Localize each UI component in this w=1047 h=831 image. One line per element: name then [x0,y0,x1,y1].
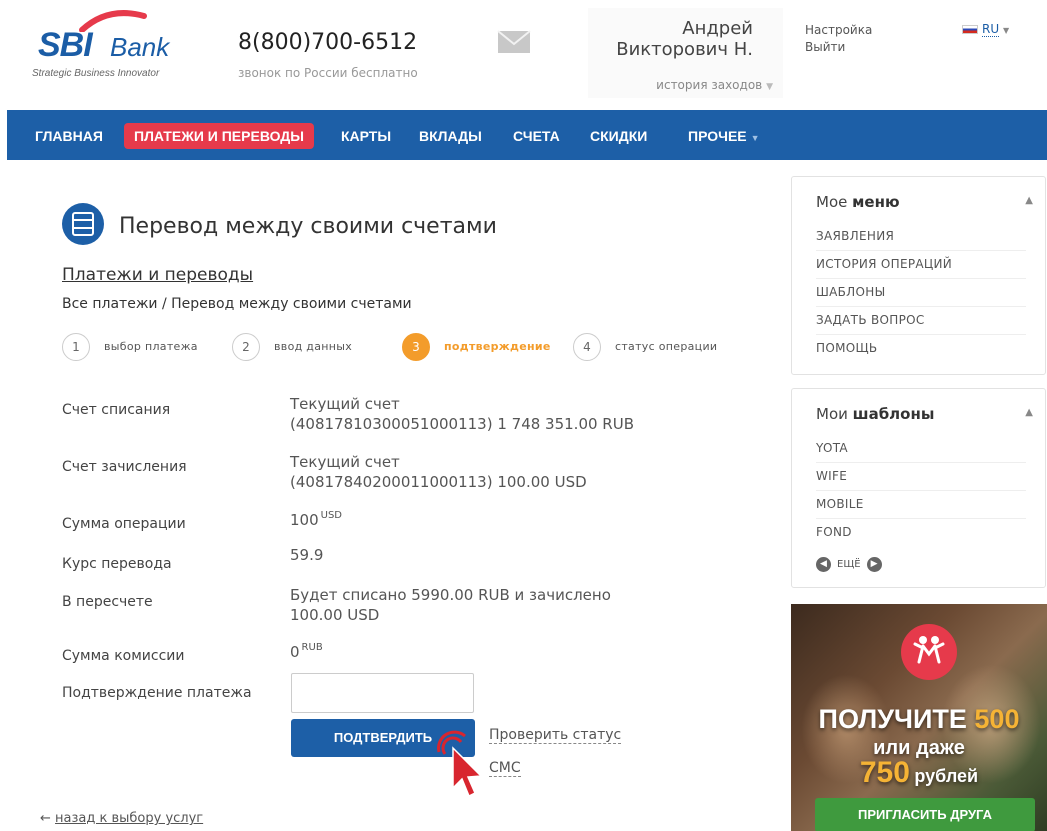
exchange-rate-label: Курс перевода [62,556,172,572]
credit-account-label: Счет зачисления [62,459,187,475]
settings-link[interactable]: Настройка [805,22,872,39]
referral-promo-banner[interactable]: ПОЛУЧИТЕ 500 или даже 750 рублей ПРИГЛАС… [791,604,1047,831]
user-panel: Андрей Викторович Н. история заходов ▼ [588,8,783,98]
sidebar-item-help[interactable]: ПОМОЩЬ [816,341,1026,362]
promo-bonus: 750 рублей [791,756,1047,790]
hotline-phone: 8(800)700-6512 [238,30,418,55]
arrow-left-icon: ← [40,811,56,826]
my-templates-title-bold: шаблоны [852,405,935,423]
template-item[interactable]: YOTA [816,441,1026,463]
commission-label: Сумма комиссии [62,648,185,664]
account-links: Настройка Выйти [805,22,872,56]
debit-account-value: Текущий счет (40817810300051000113) 1 74… [290,395,634,433]
amount-currency: USD [320,510,343,521]
login-history-label: история заходов [656,78,763,92]
user-name[interactable]: Андрей Викторович Н. [616,18,753,60]
promo-headline-amount: 500 [974,704,1020,734]
my-menu-title-bold: меню [852,193,900,211]
chevron-right-icon[interactable]: ▶ [866,557,882,572]
nav-more[interactable]: ПРОЧЕЕ ▼ [688,123,760,149]
language-selector[interactable]: RU ▼ [962,22,1010,37]
envelope-icon[interactable] [497,30,531,54]
templates-more-label[interactable]: ЕЩЁ [837,559,861,570]
my-templates-title: Мои шаблоны [816,405,934,423]
commission-currency: RUB [301,642,323,653]
converted-label: В пересчете [62,594,153,610]
breadcrumb-payments-link[interactable]: Платежи и переводы [62,265,253,285]
login-history-link[interactable]: история заходов ▼ [656,78,773,92]
my-menu-title: Мое меню [816,193,900,211]
promo-headline: ПОЛУЧИТЕ 500 [791,704,1047,735]
commission-value: 0 RUB [290,642,323,662]
sidebar-item-templates[interactable]: ШАБЛОНЫ [816,285,1026,307]
page-title: Перевод между своими счетами [119,214,497,239]
step-4-number: 4 [573,333,601,361]
transfer-icon [62,203,104,245]
promo-bonus-unit: рублей [914,766,979,786]
bank-logo[interactable]: SBI Bank Strategic Business Innovator [30,10,190,80]
russia-flag-icon [962,25,978,34]
exchange-rate-value: 59.9 [290,546,324,564]
collapse-icon[interactable]: ▲ [1025,195,1033,206]
logo-wordmark: SBI [38,26,93,64]
friends-icon [901,624,957,680]
nav-payments[interactable]: ПЛАТЕЖИ И ПЕРЕВОДЫ [124,123,314,149]
templates-pager: ◀ ЕЩЁ ▶ [816,557,882,572]
my-templates-panel: Мои шаблоны ▲ YOTA WIFE MOBILE FOND ◀ ЕЩЁ… [791,388,1046,588]
pointer-cursor-icon [437,730,483,798]
nav-discounts[interactable]: СКИДКИ [590,123,647,149]
step-1-number: 1 [62,333,90,361]
nav-more-label: ПРОЧЕЕ [688,128,747,144]
breadcrumb: Все платежи / Перевод между своими счета… [62,296,412,312]
sidebar-item-ask-question[interactable]: ЗАДАТЬ ВОПРОС [816,313,1026,335]
template-item[interactable]: MOBILE [816,497,1026,519]
chevron-down-icon: ▼ [766,82,773,92]
commission-number: 0 [290,643,300,661]
confirmation-code-label: Подтверждение платежа [62,685,252,701]
chevron-left-icon[interactable]: ◀ [816,557,831,572]
my-menu-title-prefix: Мое [816,193,848,211]
step-3-number: 3 [402,333,430,361]
sidebar-item-operations-history[interactable]: ИСТОРИЯ ОПЕРАЦИЙ [816,257,1026,279]
language-code: RU [982,22,1000,37]
my-menu-panel: Мое меню ▲ ЗАЯВЛЕНИЯ ИСТОРИЯ ОПЕРАЦИЙ ША… [791,176,1046,375]
amount-label: Сумма операции [62,516,186,532]
logout-link[interactable]: Выйти [805,39,872,56]
template-item[interactable]: WIFE [816,469,1026,491]
nav-accounts[interactable]: СЧЕТА [513,123,560,149]
step-3-label: подтверждение [444,340,551,353]
confirmation-code-input[interactable] [291,673,474,713]
credit-account-value: Текущий счет (40817840200011000113) 100.… [290,453,587,491]
chevron-down-icon: ▼ [1002,26,1010,35]
step-1-label: выбор платежа [104,340,198,353]
my-templates-title-prefix: Мои [816,405,848,423]
step-2-number: 2 [232,333,260,361]
check-status-link[interactable]: Проверить статус [489,727,622,744]
main-navigation: ГЛАВНАЯ ПЛАТЕЖИ И ПЕРЕВОДЫ КАРТЫ ВКЛАДЫ … [7,110,1047,160]
collapse-icon[interactable]: ▲ [1025,407,1033,418]
logo-bank-word: Bank [110,32,170,62]
back-to-services-link[interactable]: ← назад к выбору услуг [40,811,203,826]
chevron-down-icon: ▼ [750,133,760,143]
back-link-label: назад к выбору услуг [55,811,204,826]
step-2-label: ввод данных [274,340,353,353]
nav-cards[interactable]: КАРТЫ [341,123,391,149]
hotline-note: звонок по России бесплатно [238,66,418,80]
nav-home[interactable]: ГЛАВНАЯ [35,123,103,149]
promo-bonus-amount: 750 [859,756,910,789]
invite-friend-button[interactable]: ПРИГЛАСИТЬ ДРУГА [815,798,1035,831]
converted-value: Будет списано 5990.00 RUB и зачислено 10… [290,586,611,624]
logo-tagline: Strategic Business Innovator [32,68,160,79]
debit-account-label: Счет списания [62,402,171,418]
step-4-label: статус операции [615,340,718,353]
nav-deposits[interactable]: ВКЛАДЫ [419,123,482,149]
promo-headline-text: ПОЛУЧИТЕ [818,704,967,734]
template-item[interactable]: FOND [816,525,1026,546]
amount-value: 100 USD [290,510,342,530]
amount-number: 100 [290,511,319,529]
sidebar-item-applications[interactable]: ЗАЯВЛЕНИЯ [816,229,1026,251]
